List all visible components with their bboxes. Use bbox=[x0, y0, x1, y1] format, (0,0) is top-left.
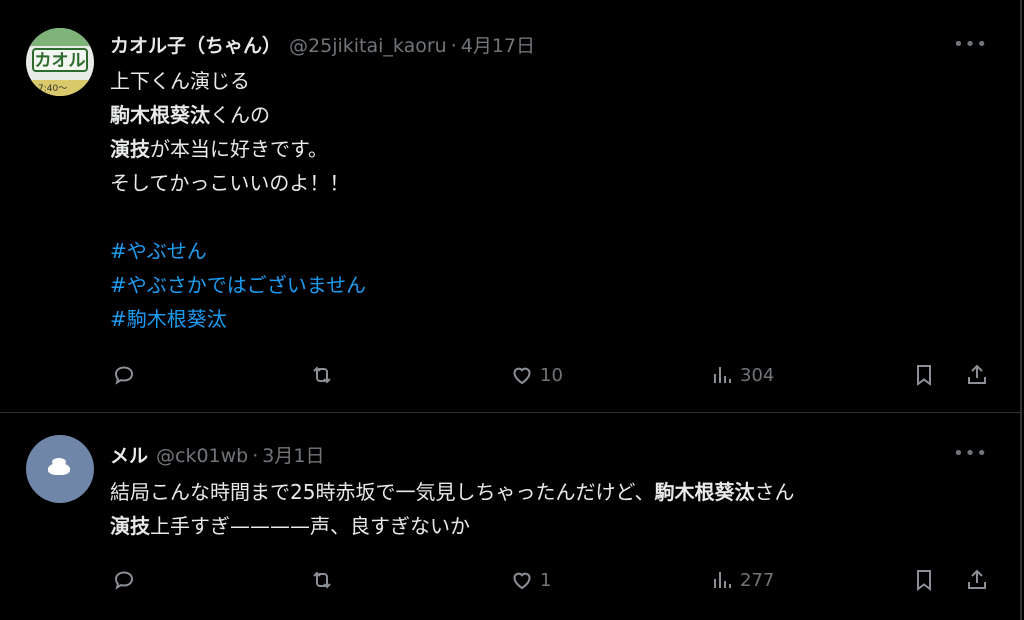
retweet-button[interactable] bbox=[310, 360, 334, 390]
text-line: #やぶせん bbox=[110, 234, 366, 268]
heart-icon bbox=[513, 572, 531, 590]
reply-icon bbox=[114, 571, 134, 590]
like-count: 10 bbox=[540, 364, 563, 386]
display-name[interactable]: メル bbox=[110, 445, 148, 467]
share-button[interactable] bbox=[965, 360, 989, 390]
text-line: 演技上手すぎ————声、良すぎないか bbox=[110, 509, 1000, 543]
text-segment: 上手すぎ————声、良すぎないか bbox=[150, 514, 470, 538]
bookmark-button[interactable] bbox=[912, 360, 936, 390]
avatar-time: 7:40〜 bbox=[38, 84, 68, 94]
hashtag-link[interactable]: #駒木根葵汰 bbox=[110, 307, 227, 331]
tweet-date[interactable]: 4月17日 bbox=[461, 35, 535, 57]
like-count: 1 bbox=[540, 569, 552, 591]
views-icon bbox=[714, 367, 731, 383]
text-line: 演技が本当に好きです。 bbox=[110, 132, 366, 166]
separator-dot: · bbox=[252, 445, 259, 467]
tweet[interactable]: カオル 7:40〜 カオル子（ちゃん） @25jikitai_kaoru · 4月17… bbox=[0, 0, 1020, 413]
reply-button[interactable] bbox=[112, 565, 136, 595]
separator-dot: · bbox=[450, 35, 457, 57]
tweet-header: メル @ck01wb · 3月1日 bbox=[110, 441, 324, 468]
action-bar: 10 304 bbox=[110, 360, 995, 390]
retweet-button[interactable] bbox=[310, 565, 334, 595]
avatar[interactable] bbox=[26, 435, 94, 503]
avatar-image bbox=[48, 458, 70, 475]
share-icon bbox=[968, 569, 986, 589]
text-segment: くんの bbox=[210, 103, 270, 127]
display-name[interactable]: カオル子（ちゃん） bbox=[110, 35, 281, 57]
bookmark-icon bbox=[917, 570, 931, 591]
bookmark-icon bbox=[917, 365, 931, 386]
views-button[interactable]: 304 bbox=[710, 360, 774, 390]
text-line: #やぶさかではございません bbox=[110, 268, 366, 302]
text-segment: が本当に好きです。 bbox=[150, 137, 328, 161]
reply-icon bbox=[114, 366, 134, 385]
heart-icon bbox=[513, 367, 531, 385]
like-button[interactable]: 1 bbox=[510, 565, 551, 595]
view-count: 277 bbox=[740, 569, 775, 591]
text-line: そしてかっこいいのよ！！ bbox=[110, 166, 366, 200]
avatar-poster-bottom: 7:40〜 bbox=[26, 80, 94, 96]
text-segment: さん bbox=[754, 480, 795, 504]
text-line: 上下くん演じる bbox=[110, 64, 366, 98]
action-bar: 1 277 bbox=[110, 565, 995, 595]
bookmark-button[interactable] bbox=[912, 565, 936, 595]
like-button[interactable]: 10 bbox=[510, 360, 563, 390]
tweet-header: カオル子（ちゃん） @25jikitai_kaoru · 4月17日 bbox=[110, 31, 535, 58]
more-icon[interactable]: ••• bbox=[953, 443, 988, 464]
text-segment: そしてかっこいいのよ！！ bbox=[110, 171, 350, 195]
avatar[interactable]: カオル 7:40〜 bbox=[26, 28, 94, 96]
text-bold: 駒木根葵汰 bbox=[654, 480, 755, 504]
tweet-text: 上下くん演じる 駒木根葵汰くんの 演技が本当に好きです。 そしてかっこいいのよ！… bbox=[110, 64, 366, 336]
text-bold: 駒木根葵汰 bbox=[110, 103, 210, 127]
text-bold: 演技 bbox=[110, 514, 150, 538]
text-segment: 上下くん演じる bbox=[110, 69, 250, 93]
more-icon[interactable]: ••• bbox=[953, 34, 988, 55]
tweet-date[interactable]: 3月1日 bbox=[262, 445, 324, 467]
views-button[interactable]: 277 bbox=[710, 565, 774, 595]
view-count: 304 bbox=[740, 364, 775, 386]
views-icon bbox=[714, 572, 731, 588]
share-icon bbox=[968, 364, 986, 384]
retweet-icon bbox=[313, 366, 331, 384]
share-button[interactable] bbox=[965, 565, 989, 595]
retweet-icon bbox=[313, 571, 331, 589]
text-line: #駒木根葵汰 bbox=[110, 302, 366, 336]
text-bold: 演技 bbox=[110, 137, 150, 161]
hashtag-link[interactable]: #やぶせん bbox=[110, 239, 207, 263]
reply-button[interactable] bbox=[112, 360, 136, 390]
avatar-text: カオル bbox=[32, 48, 88, 72]
hashtag-link[interactable]: #やぶさかではございません bbox=[110, 273, 366, 297]
tweet-text: 結局こんな時間まで25時赤坂で一気見しちゃったんだけど、駒木根葵汰さん 演技上手… bbox=[110, 475, 1000, 543]
text-segment: 結局こんな時間まで25時赤坂で一気見しちゃったんだけど、 bbox=[110, 480, 655, 504]
user-handle[interactable]: @ck01wb bbox=[156, 445, 248, 467]
text-line: 駒木根葵汰くんの bbox=[110, 98, 366, 132]
avatar-poster-top bbox=[26, 28, 94, 46]
text-line: 結局こんな時間まで25時赤坂で一気見しちゃったんだけど、駒木根葵汰さん bbox=[110, 475, 1000, 509]
tweet[interactable]: メル @ck01wb · 3月1日 ••• 結局こんな時間まで25時赤坂で一気見しちゃ… bbox=[0, 413, 1020, 620]
user-handle[interactable]: @25jikitai_kaoru bbox=[289, 35, 447, 57]
